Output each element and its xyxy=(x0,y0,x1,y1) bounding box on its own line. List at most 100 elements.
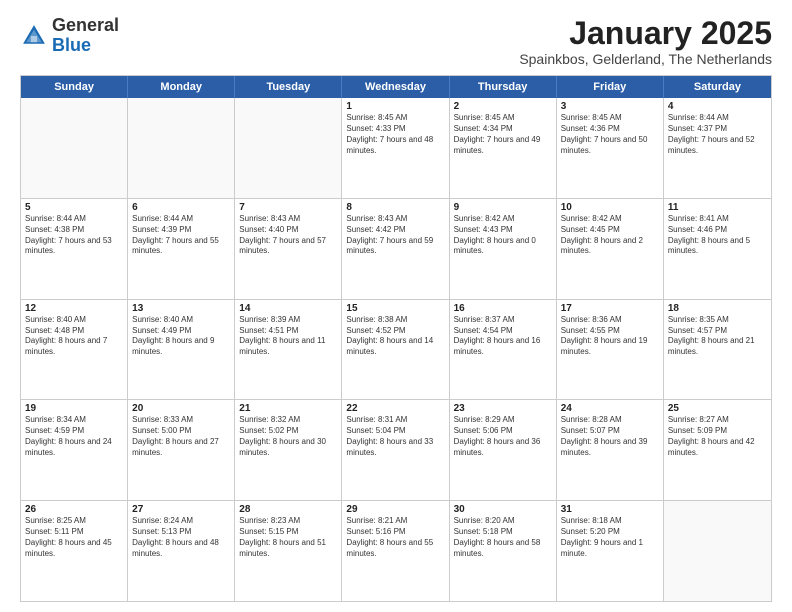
day-cell-6: 6Sunrise: 8:44 AMSunset: 4:39 PMDaylight… xyxy=(128,199,235,299)
day-cell-18: 18Sunrise: 8:35 AMSunset: 4:57 PMDayligh… xyxy=(664,300,771,400)
day-info: Sunrise: 8:31 AMSunset: 5:04 PMDaylight:… xyxy=(346,415,444,458)
day-info: Sunrise: 8:35 AMSunset: 4:57 PMDaylight:… xyxy=(668,315,767,358)
day-cell-26: 26Sunrise: 8:25 AMSunset: 5:11 PMDayligh… xyxy=(21,501,128,601)
day-info: Sunrise: 8:44 AMSunset: 4:38 PMDaylight:… xyxy=(25,214,123,257)
day-number: 17 xyxy=(561,303,659,314)
calendar-week-1: 1Sunrise: 8:45 AMSunset: 4:33 PMDaylight… xyxy=(21,98,771,199)
day-cell-25: 25Sunrise: 8:27 AMSunset: 5:09 PMDayligh… xyxy=(664,400,771,500)
day-number: 26 xyxy=(25,504,123,515)
day-cell-12: 12Sunrise: 8:40 AMSunset: 4:48 PMDayligh… xyxy=(21,300,128,400)
day-number: 4 xyxy=(668,101,767,112)
day-info: Sunrise: 8:29 AMSunset: 5:06 PMDaylight:… xyxy=(454,415,552,458)
day-number: 25 xyxy=(668,403,767,414)
day-number: 7 xyxy=(239,202,337,213)
day-info: Sunrise: 8:45 AMSunset: 4:36 PMDaylight:… xyxy=(561,113,659,156)
day-info: Sunrise: 8:41 AMSunset: 4:46 PMDaylight:… xyxy=(668,214,767,257)
day-number: 3 xyxy=(561,101,659,112)
day-cell-5: 5Sunrise: 8:44 AMSunset: 4:38 PMDaylight… xyxy=(21,199,128,299)
day-info: Sunrise: 8:20 AMSunset: 5:18 PMDaylight:… xyxy=(454,516,552,559)
day-info: Sunrise: 8:24 AMSunset: 5:13 PMDaylight:… xyxy=(132,516,230,559)
day-cell-9: 9Sunrise: 8:42 AMSunset: 4:43 PMDaylight… xyxy=(450,199,557,299)
day-cell-29: 29Sunrise: 8:21 AMSunset: 5:16 PMDayligh… xyxy=(342,501,449,601)
day-cell-1: 1Sunrise: 8:45 AMSunset: 4:33 PMDaylight… xyxy=(342,98,449,198)
day-number: 5 xyxy=(25,202,123,213)
header-day-thursday: Thursday xyxy=(450,76,557,98)
day-number: 8 xyxy=(346,202,444,213)
logo-blue: Blue xyxy=(52,35,91,55)
header-day-wednesday: Wednesday xyxy=(342,76,449,98)
logo-icon xyxy=(20,22,48,50)
day-cell-28: 28Sunrise: 8:23 AMSunset: 5:15 PMDayligh… xyxy=(235,501,342,601)
day-cell-8: 8Sunrise: 8:43 AMSunset: 4:42 PMDaylight… xyxy=(342,199,449,299)
location: Spainkbos, Gelderland, The Netherlands xyxy=(519,51,772,67)
header: General Blue January 2025 Spainkbos, Gel… xyxy=(20,16,772,67)
day-info: Sunrise: 8:37 AMSunset: 4:54 PMDaylight:… xyxy=(454,315,552,358)
calendar-week-4: 19Sunrise: 8:34 AMSunset: 4:59 PMDayligh… xyxy=(21,400,771,501)
day-info: Sunrise: 8:33 AMSunset: 5:00 PMDaylight:… xyxy=(132,415,230,458)
day-number: 14 xyxy=(239,303,337,314)
empty-cell xyxy=(235,98,342,198)
empty-cell xyxy=(128,98,235,198)
day-info: Sunrise: 8:45 AMSunset: 4:34 PMDaylight:… xyxy=(454,113,552,156)
day-cell-21: 21Sunrise: 8:32 AMSunset: 5:02 PMDayligh… xyxy=(235,400,342,500)
day-cell-19: 19Sunrise: 8:34 AMSunset: 4:59 PMDayligh… xyxy=(21,400,128,500)
day-number: 6 xyxy=(132,202,230,213)
day-number: 15 xyxy=(346,303,444,314)
day-info: Sunrise: 8:28 AMSunset: 5:07 PMDaylight:… xyxy=(561,415,659,458)
calendar-week-3: 12Sunrise: 8:40 AMSunset: 4:48 PMDayligh… xyxy=(21,300,771,401)
day-cell-30: 30Sunrise: 8:20 AMSunset: 5:18 PMDayligh… xyxy=(450,501,557,601)
day-info: Sunrise: 8:44 AMSunset: 4:37 PMDaylight:… xyxy=(668,113,767,156)
day-info: Sunrise: 8:39 AMSunset: 4:51 PMDaylight:… xyxy=(239,315,337,358)
header-day-friday: Friday xyxy=(557,76,664,98)
header-day-saturday: Saturday xyxy=(664,76,771,98)
header-day-monday: Monday xyxy=(128,76,235,98)
day-info: Sunrise: 8:32 AMSunset: 5:02 PMDaylight:… xyxy=(239,415,337,458)
day-number: 9 xyxy=(454,202,552,213)
day-cell-24: 24Sunrise: 8:28 AMSunset: 5:07 PMDayligh… xyxy=(557,400,664,500)
day-number: 11 xyxy=(668,202,767,213)
day-number: 10 xyxy=(561,202,659,213)
calendar-body: 1Sunrise: 8:45 AMSunset: 4:33 PMDaylight… xyxy=(21,98,771,601)
day-number: 27 xyxy=(132,504,230,515)
empty-cell xyxy=(664,501,771,601)
day-info: Sunrise: 8:43 AMSunset: 4:42 PMDaylight:… xyxy=(346,214,444,257)
day-info: Sunrise: 8:23 AMSunset: 5:15 PMDaylight:… xyxy=(239,516,337,559)
day-cell-4: 4Sunrise: 8:44 AMSunset: 4:37 PMDaylight… xyxy=(664,98,771,198)
day-info: Sunrise: 8:42 AMSunset: 4:43 PMDaylight:… xyxy=(454,214,552,257)
day-number: 19 xyxy=(25,403,123,414)
day-info: Sunrise: 8:45 AMSunset: 4:33 PMDaylight:… xyxy=(346,113,444,156)
day-number: 21 xyxy=(239,403,337,414)
day-info: Sunrise: 8:25 AMSunset: 5:11 PMDaylight:… xyxy=(25,516,123,559)
empty-cell xyxy=(21,98,128,198)
day-info: Sunrise: 8:42 AMSunset: 4:45 PMDaylight:… xyxy=(561,214,659,257)
day-cell-15: 15Sunrise: 8:38 AMSunset: 4:52 PMDayligh… xyxy=(342,300,449,400)
day-number: 29 xyxy=(346,504,444,515)
day-cell-7: 7Sunrise: 8:43 AMSunset: 4:40 PMDaylight… xyxy=(235,199,342,299)
header-day-sunday: Sunday xyxy=(21,76,128,98)
day-number: 13 xyxy=(132,303,230,314)
day-number: 30 xyxy=(454,504,552,515)
day-cell-31: 31Sunrise: 8:18 AMSunset: 5:20 PMDayligh… xyxy=(557,501,664,601)
month-year: January 2025 xyxy=(519,16,772,51)
day-cell-27: 27Sunrise: 8:24 AMSunset: 5:13 PMDayligh… xyxy=(128,501,235,601)
logo-text: General Blue xyxy=(52,16,119,56)
day-info: Sunrise: 8:34 AMSunset: 4:59 PMDaylight:… xyxy=(25,415,123,458)
day-number: 24 xyxy=(561,403,659,414)
logo-general: General xyxy=(52,15,119,35)
day-cell-17: 17Sunrise: 8:36 AMSunset: 4:55 PMDayligh… xyxy=(557,300,664,400)
logo: General Blue xyxy=(20,16,119,56)
day-cell-22: 22Sunrise: 8:31 AMSunset: 5:04 PMDayligh… xyxy=(342,400,449,500)
day-info: Sunrise: 8:27 AMSunset: 5:09 PMDaylight:… xyxy=(668,415,767,458)
day-info: Sunrise: 8:38 AMSunset: 4:52 PMDaylight:… xyxy=(346,315,444,358)
day-number: 28 xyxy=(239,504,337,515)
day-number: 20 xyxy=(132,403,230,414)
day-info: Sunrise: 8:43 AMSunset: 4:40 PMDaylight:… xyxy=(239,214,337,257)
day-info: Sunrise: 8:36 AMSunset: 4:55 PMDaylight:… xyxy=(561,315,659,358)
day-cell-2: 2Sunrise: 8:45 AMSunset: 4:34 PMDaylight… xyxy=(450,98,557,198)
calendar-week-2: 5Sunrise: 8:44 AMSunset: 4:38 PMDaylight… xyxy=(21,199,771,300)
day-cell-10: 10Sunrise: 8:42 AMSunset: 4:45 PMDayligh… xyxy=(557,199,664,299)
calendar-header: SundayMondayTuesdayWednesdayThursdayFrid… xyxy=(21,76,771,98)
day-number: 16 xyxy=(454,303,552,314)
day-info: Sunrise: 8:18 AMSunset: 5:20 PMDaylight:… xyxy=(561,516,659,559)
day-cell-20: 20Sunrise: 8:33 AMSunset: 5:00 PMDayligh… xyxy=(128,400,235,500)
